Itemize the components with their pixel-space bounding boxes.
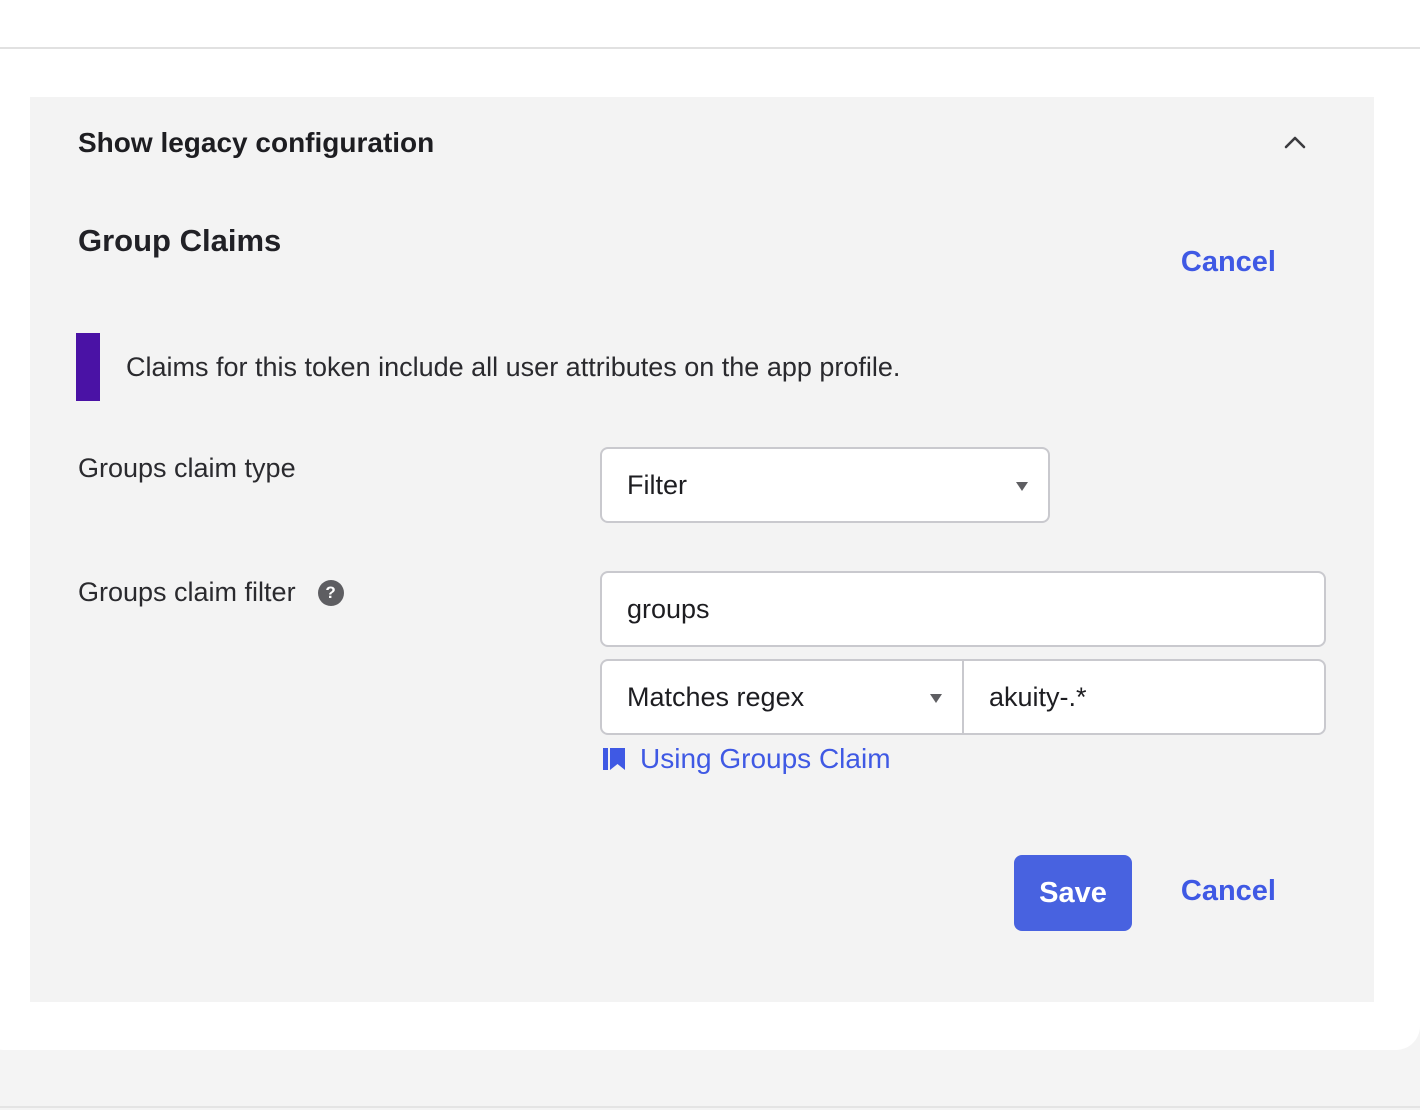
save-button[interactable]: Save — [1014, 855, 1132, 931]
cancel-button[interactable]: Cancel — [1181, 875, 1276, 908]
groups-filter-combo: Matches regex akuity-.* — [600, 659, 1326, 735]
groups-claim-type-select[interactable]: Filter — [600, 447, 1050, 523]
groups-claim-type-label: Groups claim type — [78, 453, 296, 484]
groups-claim-name-input[interactable]: groups — [600, 571, 1326, 647]
caret-down-icon — [930, 694, 942, 703]
using-groups-claim-link-text: Using Groups Claim — [640, 743, 891, 774]
groups-claim-type-value: Filter — [627, 469, 687, 500]
info-callout: Claims for this token include all user a… — [76, 333, 900, 401]
cancel-edit-link[interactable]: Cancel — [1181, 246, 1276, 279]
top-divider — [0, 47, 1420, 49]
chevron-up-icon[interactable] — [1281, 129, 1309, 157]
section-title: Group Claims — [78, 223, 282, 258]
book-icon — [603, 748, 625, 770]
filter-operator-select[interactable]: Matches regex — [602, 661, 964, 733]
callout-text: Claims for this token include all user a… — [126, 351, 901, 382]
caret-down-icon — [1016, 482, 1028, 491]
groups-claim-filter-label-text: Groups claim filter — [78, 577, 296, 607]
legacy-config-toggle[interactable]: Show legacy configuration — [78, 121, 1326, 165]
groups-claim-type-label-text: Groups claim type — [78, 453, 296, 483]
groups-claim-name-value: groups — [627, 593, 710, 624]
using-groups-claim-link[interactable]: Using Groups Claim — [602, 743, 891, 775]
filter-pattern-input[interactable]: akuity-.* — [964, 661, 1324, 733]
legacy-config-title: Show legacy configuration — [78, 127, 435, 158]
bottom-divider — [0, 1106, 1420, 1108]
legacy-config-panel: Show legacy configuration Group Claims C… — [30, 97, 1374, 1002]
filter-pattern-value: akuity-.* — [989, 681, 1087, 712]
filter-operator-value: Matches regex — [627, 681, 805, 712]
help-icon[interactable]: ? — [317, 579, 344, 606]
groups-claim-filter-label: Groups claim filter ? — [78, 577, 344, 608]
callout-accent-bar — [76, 333, 100, 401]
